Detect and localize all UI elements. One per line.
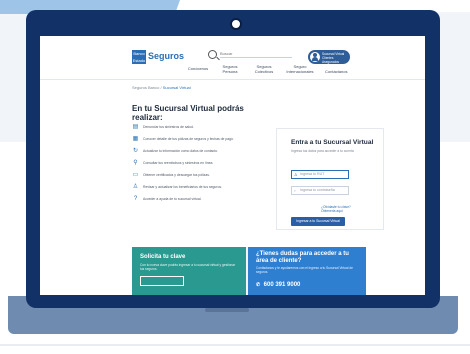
search-input[interactable] xyxy=(220,50,292,58)
request-key-title: Solicita tu clave xyxy=(140,254,186,260)
feature-text: Acceder a ayuda de tu sucursal virtual. xyxy=(143,197,202,201)
search-icon[interactable] xyxy=(208,50,217,59)
feature-item: ▤ Denunciar tus siniestros de salud. xyxy=(132,124,262,132)
nav-seguros-colectivos[interactable]: Seguros Colectivos xyxy=(251,64,277,74)
feature-text: Consultar tus reembolsos y siniestros en… xyxy=(143,161,214,165)
features-title: En tu Sucursal Virtual podrás realizar: xyxy=(132,104,244,122)
password-field[interactable]: ▫ Ingresa tu contraseña xyxy=(291,186,349,195)
contact-help-text: Contáctanos y te ayudaremos con el ingre… xyxy=(256,266,353,274)
breadcrumb-separator: / xyxy=(160,85,162,90)
login-submit-button[interactable]: Ingresar a tu Sucursal Virtual xyxy=(291,217,345,226)
contact-link[interactable]: Contáctanos xyxy=(325,69,347,74)
sucursal-virtual-label: Sucursal Virtual Clientes Asegurados xyxy=(322,52,345,64)
feature-item: ▭ Obtener certificados y descargar tus p… xyxy=(132,172,262,180)
nav-seguros-persona[interactable]: Seguros Persona xyxy=(219,64,241,74)
desk-edge xyxy=(0,344,470,346)
refresh-icon: ↻ xyxy=(132,148,139,154)
help-panels: Solicita tu clave Con tu nueva clave pod… xyxy=(132,247,366,295)
brand-logo[interactable]: Banco Estado Seguros xyxy=(132,50,202,66)
rut-field[interactable]: ♙ Ingresa tu RUT xyxy=(291,170,349,179)
login-subtitle: Ingresa tus datos para acceder a tu cuen… xyxy=(291,149,354,153)
feature-text: Revisar y actualizar los beneficiarios d… xyxy=(143,185,222,189)
search-icon: ⚲ xyxy=(133,160,138,166)
breadcrumb-home[interactable]: Seguros Banco xyxy=(132,85,159,90)
header-divider xyxy=(40,79,425,80)
feature-item: ⚲ Consultar tus reembolsos y siniestros … xyxy=(132,160,262,168)
person-icon: ♙ xyxy=(132,184,139,190)
scene: Banco Estado Seguros Conócenos Seguros P… xyxy=(0,0,470,354)
site-header: Banco Estado Seguros Conócenos Seguros P… xyxy=(40,36,425,76)
brand-box: Banco Estado xyxy=(132,50,146,64)
rut-placeholder: Ingresa tu RUT xyxy=(300,172,325,176)
document-icon: ▤ xyxy=(132,124,139,130)
sucursal-virtual-button[interactable]: Sucursal Virtual Clientes Asegurados xyxy=(308,50,350,64)
request-key-text: Con tu nueva clave podrás ingresar a tu … xyxy=(140,263,236,271)
nav-conocenos[interactable]: Conócenos xyxy=(185,66,211,71)
feature-text: Obtener certificados y descargar tus pól… xyxy=(143,173,210,177)
feature-item: ↻ Actualizar tu información como datos d… xyxy=(132,148,262,156)
phone-number[interactable]: ✆ 600 391 9000 xyxy=(256,282,300,288)
user-icon: ♙ xyxy=(294,172,298,177)
laptop-screen: Banco Estado Seguros Conócenos Seguros P… xyxy=(40,36,425,295)
feature-item: ? Acceder a ayuda de tu sucursal virtual… xyxy=(132,196,262,204)
help-icon: ? xyxy=(133,196,138,202)
contact-help-title: ¿Tienes dudas para acceder a tu área de … xyxy=(256,251,349,264)
login-title: Entra a tu Sucursal Virtual xyxy=(291,139,374,146)
laptop-notch xyxy=(205,308,249,312)
lock-icon: ▫ xyxy=(294,188,296,193)
login-card: Entra a tu Sucursal Virtual Ingresa tus … xyxy=(276,128,384,230)
breadcrumb: Seguros Banco / Sucursal Virtual xyxy=(132,85,191,90)
nav-seguro-internacional[interactable]: Seguro Internacionales xyxy=(285,64,315,74)
password-placeholder: Ingresa tu contraseña xyxy=(300,188,335,192)
webcam-icon xyxy=(230,18,242,30)
contact-help-panel: ¿Tienes dudas para acceder a tu área de … xyxy=(248,247,366,295)
phone-icon: ✆ xyxy=(256,282,261,288)
breadcrumb-current: Sucursal Virtual xyxy=(162,85,191,90)
feature-text: Actualizar tu información como datos de … xyxy=(143,149,219,153)
request-key-button[interactable] xyxy=(140,276,184,286)
feature-item: ▦ Conocer detalle de tus pólizas de segu… xyxy=(132,136,262,144)
forgot-password-link[interactable]: ¿Olvidaste tu clave? Obtenerla aquí xyxy=(321,205,365,213)
request-key-panel: Solicita tu clave Con tu nueva clave pod… xyxy=(132,247,246,295)
brand-name: Seguros xyxy=(148,51,185,61)
feature-text: Denunciar tus siniestros de salud. xyxy=(143,125,194,129)
user-icon xyxy=(310,52,320,62)
feature-text: Conocer detalle de tus pólizas de seguro… xyxy=(143,137,234,141)
phone-label: 600 391 9000 xyxy=(263,282,301,288)
certificate-icon: ▭ xyxy=(132,172,139,178)
calendar-icon: ▦ xyxy=(132,136,139,142)
feature-item: ♙ Revisar y actualizar los beneficiarios… xyxy=(132,184,262,192)
